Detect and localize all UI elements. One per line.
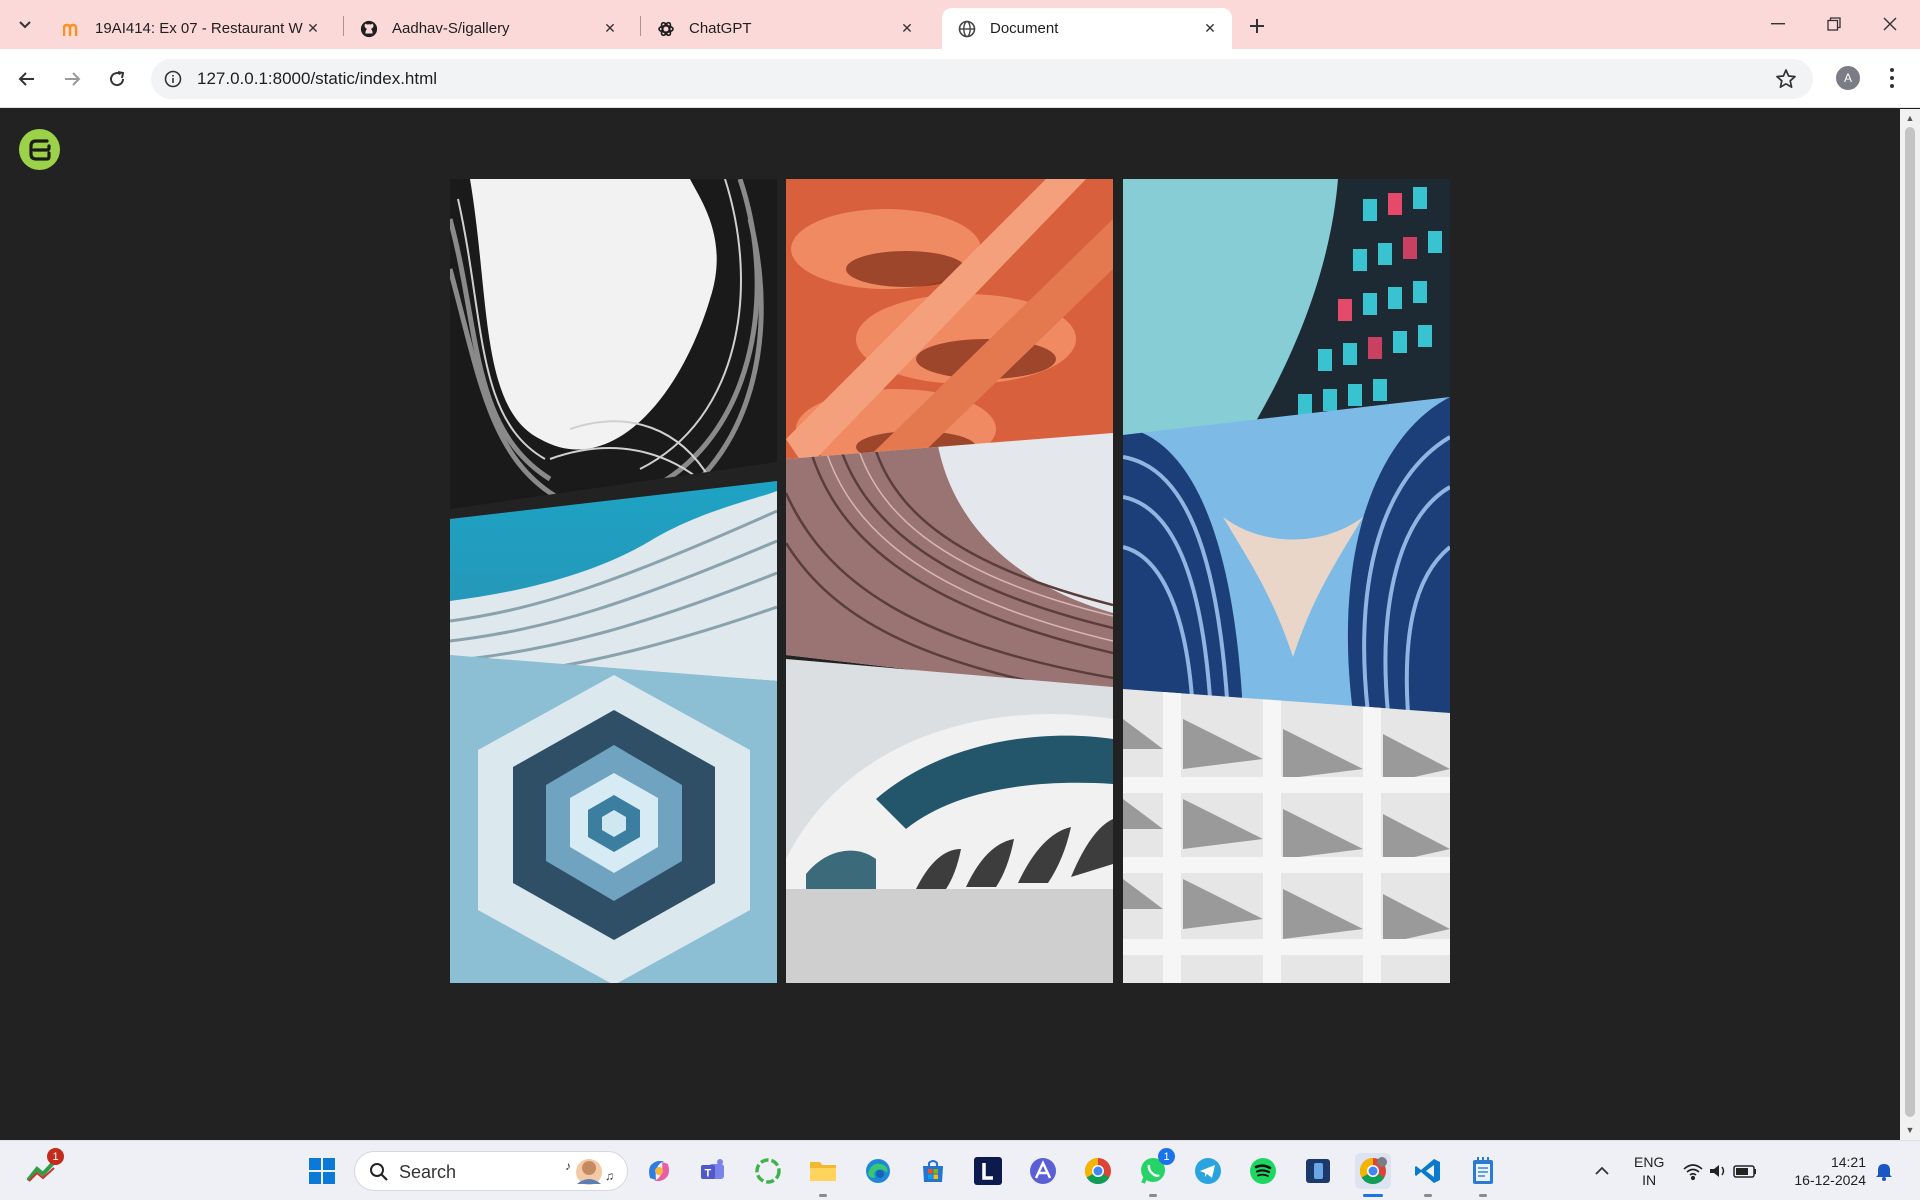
bookmark-star-icon[interactable] xyxy=(1775,68,1797,90)
system-tray-status[interactable] xyxy=(1680,1153,1760,1189)
edge-icon[interactable] xyxy=(860,1153,896,1189)
tab-moodle[interactable]: 19AI414: Ex 07 - Restaurant We ✕ xyxy=(47,8,335,49)
gallery-column xyxy=(786,179,1113,983)
search-placeholder: Search xyxy=(399,1162,457,1182)
whatsapp-badge: 1 xyxy=(1158,1148,1175,1165)
show-hidden-icons-chevron-up-icon[interactable] xyxy=(1584,1153,1620,1189)
close-icon xyxy=(1883,17,1897,31)
svg-text:♪: ♪ xyxy=(565,1159,571,1173)
tab-document[interactable]: Document ✕ xyxy=(942,8,1232,49)
svg-text:T: T xyxy=(705,1168,712,1180)
clock-date: 16-12-2024 xyxy=(1794,1172,1866,1188)
minimize-button[interactable] xyxy=(1750,8,1806,40)
copilot-icon[interactable] xyxy=(641,1153,677,1189)
gallery-image[interactable] xyxy=(786,659,1113,983)
clock-time: 14:21 xyxy=(1830,1154,1866,1170)
svg-text:♫: ♫ xyxy=(605,1169,614,1183)
teams-icon[interactable]: T xyxy=(695,1153,731,1189)
spotify-icon[interactable] xyxy=(1245,1153,1281,1189)
volume-icon xyxy=(1710,1165,1725,1177)
windows-taskbar: 1 Search ♪ ♫ T 1 ENG IN 14:21 16-12-2024 xyxy=(0,1140,1920,1200)
scroll-up-arrow-icon[interactable]: ▲ xyxy=(1905,113,1915,123)
restore-button[interactable] xyxy=(1806,8,1862,40)
scrollbar-thumb[interactable] xyxy=(1905,127,1915,1117)
search-highlight-icon: ♪♫ xyxy=(565,1159,614,1185)
tab-search-button[interactable] xyxy=(10,12,40,38)
stock-widget-icon[interactable]: 1 xyxy=(24,1148,64,1189)
arrow-right-icon xyxy=(65,72,81,86)
restore-icon xyxy=(1827,17,1841,31)
tab-title: Aadhav-S/igallery xyxy=(392,20,510,37)
notification-bell-icon[interactable] xyxy=(1870,1153,1898,1189)
close-window-button[interactable] xyxy=(1862,8,1918,40)
tab-chatgpt[interactable]: ChatGPT ✕ xyxy=(641,8,929,49)
microsoft-store-icon[interactable] xyxy=(915,1153,951,1189)
gallery-column xyxy=(450,179,777,983)
region-code: IN xyxy=(1642,1172,1657,1188)
gallery-image[interactable] xyxy=(450,179,777,509)
chevron-down-icon xyxy=(19,21,31,29)
chrome-profile-active-icon[interactable] xyxy=(1355,1153,1391,1197)
l-app-icon[interactable] xyxy=(970,1153,1006,1189)
arrow-left-icon xyxy=(18,72,34,86)
gallery-image[interactable] xyxy=(1123,689,1450,983)
page-scrollbar[interactable]: ▲ ▼ xyxy=(1900,109,1920,1140)
back-button[interactable] xyxy=(11,63,43,95)
browser-tab-strip: 19AI414: Ex 07 - Restaurant We ✕ Aadhav-… xyxy=(0,0,1920,49)
input-language-indicator[interactable]: ENG IN xyxy=(1634,1153,1664,1189)
notification-badge: 1 xyxy=(47,1148,64,1165)
minimize-icon xyxy=(1771,23,1785,25)
tab-title: Document xyxy=(990,20,1059,37)
browser-toolbar: 127.0.0.1:8000/static/index.html A xyxy=(0,49,1920,108)
gallery-column xyxy=(1123,179,1450,983)
close-tab-icon[interactable]: ✕ xyxy=(1200,19,1220,39)
page-content xyxy=(0,109,1900,1140)
moodle-icon xyxy=(63,20,81,38)
windows-icon xyxy=(309,1158,335,1184)
chatgpt-icon xyxy=(657,20,675,38)
globe-icon xyxy=(958,20,976,38)
whatsapp-icon[interactable]: 1 xyxy=(1135,1148,1175,1197)
close-tab-icon[interactable]: ✕ xyxy=(303,19,323,39)
language-code: ENG xyxy=(1634,1154,1665,1170)
profile-avatar[interactable]: A xyxy=(1836,66,1860,90)
brand-logo-icon[interactable] xyxy=(19,129,60,170)
notepad-icon[interactable] xyxy=(1465,1153,1501,1197)
plus-icon xyxy=(1250,19,1264,33)
vscode-icon[interactable] xyxy=(1410,1153,1446,1197)
telegram-icon[interactable] xyxy=(1190,1153,1226,1189)
tab-github[interactable]: Aadhav-S/igallery ✕ xyxy=(344,8,632,49)
start-button[interactable] xyxy=(304,1153,340,1189)
address-bar[interactable]: 127.0.0.1:8000/static/index.html xyxy=(151,59,1813,99)
forward-button[interactable] xyxy=(56,63,88,95)
close-tab-icon[interactable]: ✕ xyxy=(897,19,917,39)
new-tab-button[interactable] xyxy=(1243,12,1271,40)
scroll-down-arrow-icon[interactable]: ▼ xyxy=(1905,1125,1915,1135)
file-explorer-icon[interactable] xyxy=(805,1153,841,1197)
gallery-image[interactable] xyxy=(786,179,1113,471)
gallery-image[interactable] xyxy=(786,433,1113,693)
url-text[interactable]: 127.0.0.1:8000/static/index.html xyxy=(197,69,437,89)
search-icon xyxy=(370,1163,388,1181)
site-info-icon[interactable] xyxy=(163,69,183,89)
taskbar-search-input[interactable]: Search ♪ ♫ xyxy=(354,1151,628,1191)
tab-title: 19AI414: Ex 07 - Restaurant We xyxy=(95,20,303,37)
close-tab-icon[interactable]: ✕ xyxy=(600,19,620,39)
wifi-icon xyxy=(1683,1164,1703,1181)
arc-app-icon[interactable] xyxy=(1025,1153,1061,1189)
circle-app-icon[interactable] xyxy=(750,1153,786,1189)
image-gallery xyxy=(450,179,1450,983)
system-clock[interactable]: 14:21 16-12-2024 xyxy=(1780,1153,1866,1189)
reload-button[interactable] xyxy=(101,63,133,95)
github-icon xyxy=(360,20,378,38)
gallery-image[interactable] xyxy=(1123,397,1450,713)
phone-link-icon[interactable] xyxy=(1300,1153,1336,1189)
tab-title: ChatGPT xyxy=(689,20,752,37)
gallery-image[interactable] xyxy=(450,655,777,983)
reload-icon xyxy=(110,71,125,87)
chrome-icon[interactable] xyxy=(1080,1153,1116,1189)
browser-menu-button[interactable] xyxy=(1880,63,1904,93)
battery-icon xyxy=(1733,1165,1756,1178)
